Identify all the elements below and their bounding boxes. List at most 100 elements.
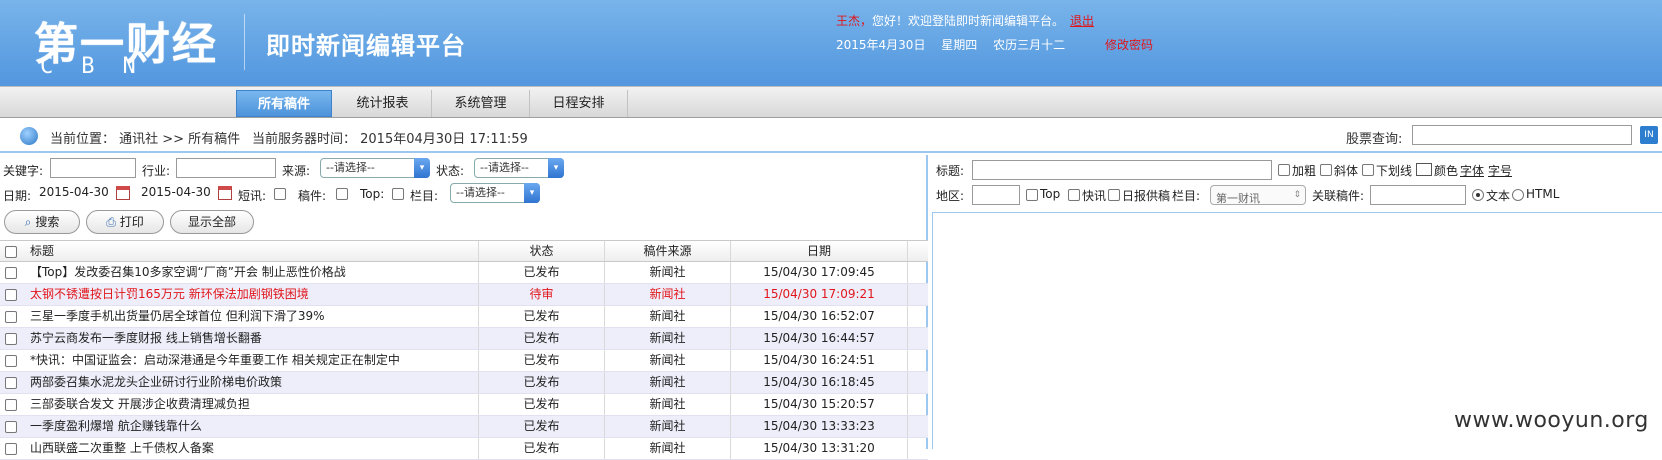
row-checkbox[interactable] bbox=[5, 311, 17, 323]
filter-row-1: 关键字: 行业: 来源: --请选择-- ▾ 状态: --请选择-- ▾ bbox=[0, 158, 928, 180]
industry-input[interactable] bbox=[176, 158, 276, 178]
flash-flag-checkbox[interactable] bbox=[1068, 189, 1080, 201]
editor-row-2: 地区: Top 快讯 日报供稿 栏目: 第一财讯 ⇕ 关联稿件: 文本 HTML bbox=[932, 183, 1662, 205]
status-select[interactable]: --请选择-- ▾ bbox=[474, 158, 564, 178]
header-date[interactable]: 日期 bbox=[730, 241, 908, 261]
status-select-value: --请选择-- bbox=[480, 161, 529, 174]
bold-checkbox[interactable] bbox=[1278, 164, 1290, 176]
row-title[interactable]: 两部委召集水泥龙头企业研讨行业阶梯电价政策 bbox=[30, 372, 478, 393]
lunar-date: 农历三月十二 bbox=[993, 38, 1066, 52]
row-date: 15/04/30 15:20:57 bbox=[730, 394, 908, 415]
row-title[interactable]: 三星一季度手机出货量仍居全球首位 但利润下滑了39% bbox=[30, 306, 478, 327]
keyword-label: 关键字: bbox=[3, 164, 44, 178]
logout-link[interactable]: 退出 bbox=[1070, 14, 1094, 28]
column-select[interactable]: --请选择-- ▾ bbox=[450, 183, 540, 203]
watermark: www.wooyun.org bbox=[1454, 408, 1649, 433]
table-body: 【Top】发改委召集10多家空调“厂商”开会 制止恶性价格战 已发布 新闻社 15/0… bbox=[0, 262, 928, 460]
row-checkbox[interactable] bbox=[5, 355, 17, 367]
print-button[interactable]: ⎙ 打印 bbox=[86, 210, 164, 234]
row-title[interactable]: 一季度盈利爆增 航企赚钱靠什么 bbox=[30, 416, 478, 437]
draft-checkbox[interactable] bbox=[336, 188, 348, 200]
change-password-link[interactable]: 修改密码 bbox=[1105, 38, 1153, 52]
editor-title-input[interactable] bbox=[972, 160, 1272, 180]
date-from-input[interactable]: 2015-04-30 bbox=[36, 183, 112, 203]
editor-column-select[interactable]: 第一财讯 ⇕ bbox=[1210, 185, 1306, 205]
keyword-input[interactable] bbox=[50, 158, 136, 178]
table-row[interactable]: 一季度盈利爆增 航企赚钱靠什么 已发布 新闻社 15/04/30 13:33:23 bbox=[0, 416, 928, 438]
header-title[interactable]: 标题 bbox=[30, 241, 478, 261]
search-button[interactable]: ⌕ 搜索 bbox=[4, 210, 80, 234]
row-checkbox[interactable] bbox=[5, 333, 17, 345]
header-source[interactable]: 稿件来源 bbox=[604, 241, 730, 261]
html-radio[interactable] bbox=[1512, 189, 1524, 201]
top-flag-label: Top bbox=[1040, 187, 1061, 201]
top-flag-checkbox[interactable] bbox=[1026, 189, 1038, 201]
row-title[interactable]: 苏宁云商发布一季度财报 线上销售增长翻番 bbox=[30, 328, 478, 349]
table-row[interactable]: 太钢不锈遭按日计罚165万元 新环保法加剧钢铁困境 待审 新闻社 15/04/30 1… bbox=[0, 284, 928, 306]
font-size-link[interactable]: 字号 bbox=[1488, 162, 1512, 179]
welcome-text: 您好！欢迎登陆即时新闻编辑平台。 bbox=[872, 14, 1065, 28]
current-date: 2015年4月30日 bbox=[836, 38, 926, 52]
table-row[interactable]: 三星一季度手机出货量仍居全球首位 但利润下滑了39% 已发布 新闻社 15/04/30… bbox=[0, 306, 928, 328]
editor-column-label: 栏目: bbox=[1172, 189, 1201, 203]
editor-title-label: 标题: bbox=[936, 164, 965, 178]
top-checkbox[interactable] bbox=[392, 188, 404, 200]
region-input[interactable] bbox=[972, 185, 1020, 205]
table-row[interactable]: 三部委联合发文 开展涉企收费清理减负担 已发布 新闻社 15/04/30 15:20:… bbox=[0, 394, 928, 416]
stock-query-button[interactable]: IN bbox=[1640, 126, 1658, 144]
select-all-checkbox[interactable] bbox=[5, 246, 17, 258]
row-checkbox[interactable] bbox=[5, 443, 17, 455]
tab-schedule[interactable]: 日程安排 bbox=[530, 90, 628, 117]
row-checkbox[interactable] bbox=[5, 399, 17, 411]
table-row[interactable]: 苏宁云商发布一季度财报 线上销售增长翻番 已发布 新闻社 15/04/30 16:44… bbox=[0, 328, 928, 350]
table-row[interactable]: 山西联盛二次重整 上千债权人备案 已发布 新闻社 15/04/30 13:31:20 bbox=[0, 438, 928, 460]
column-label: 栏目: bbox=[410, 189, 439, 203]
chevron-down-icon: ▾ bbox=[524, 183, 540, 203]
row-checkbox[interactable] bbox=[5, 267, 17, 279]
font-link[interactable]: 字体 bbox=[1460, 162, 1484, 179]
table-row[interactable]: *快讯：中国证监会：启动深港通是今年重要工作 相关规定正在制定中 已发布 新闻社 15… bbox=[0, 350, 928, 372]
chevron-updown-icon: ⇕ bbox=[1293, 190, 1301, 200]
date-to-input[interactable]: 2015-04-30 bbox=[138, 183, 214, 203]
logo-en-text: CBN bbox=[40, 54, 164, 79]
color-swatch[interactable] bbox=[1416, 163, 1432, 176]
row-date: 15/04/30 16:52:07 bbox=[730, 306, 908, 327]
bold-label: 加粗 bbox=[1292, 164, 1317, 178]
table-row[interactable]: 【Top】发改委召集10多家空调“厂商”开会 制止恶性价格战 已发布 新闻社 15/0… bbox=[0, 262, 928, 284]
row-date: 15/04/30 16:18:45 bbox=[730, 372, 908, 393]
draft-label: 稿件: bbox=[298, 189, 327, 203]
industry-label: 行业: bbox=[142, 164, 171, 178]
tab-all-drafts[interactable]: 所有稿件 bbox=[236, 90, 332, 117]
text-radio[interactable] bbox=[1472, 189, 1484, 201]
show-all-button[interactable]: 显示全部 bbox=[170, 210, 254, 234]
row-checkbox[interactable] bbox=[5, 377, 17, 389]
tab-system-management[interactable]: 系统管理 bbox=[432, 90, 530, 117]
tab-statistics[interactable]: 统计报表 bbox=[334, 90, 432, 117]
row-title[interactable]: 【Top】发改委召集10多家空调“厂商”开会 制止恶性价格战 bbox=[30, 262, 478, 283]
top-label: Top: bbox=[360, 187, 385, 201]
row-checkbox-cell bbox=[0, 416, 24, 437]
flash-checkbox[interactable] bbox=[274, 188, 286, 200]
chevron-down-icon: ▾ bbox=[548, 158, 564, 178]
calendar-icon[interactable] bbox=[116, 186, 130, 200]
flash-label: 短讯: bbox=[238, 189, 267, 203]
server-time: 当前服务器时间： 2015年04月30日 17:11:59 bbox=[252, 132, 528, 147]
source-select-value: --请选择-- bbox=[326, 161, 375, 174]
italic-checkbox[interactable] bbox=[1320, 164, 1332, 176]
row-title[interactable]: *快讯：中国证监会：启动深港通是今年重要工作 相关规定正在制定中 bbox=[30, 350, 478, 371]
stock-query-input[interactable] bbox=[1412, 125, 1632, 145]
row-checkbox[interactable] bbox=[5, 289, 17, 301]
row-checkbox-cell bbox=[0, 372, 24, 393]
table-row[interactable]: 两部委召集水泥龙头企业研讨行业阶梯电价政策 已发布 新闻社 15/04/30 16:1… bbox=[0, 372, 928, 394]
related-input[interactable] bbox=[1370, 185, 1466, 205]
calendar-icon[interactable] bbox=[218, 186, 232, 200]
row-checkbox-cell bbox=[0, 328, 24, 349]
row-checkbox-cell bbox=[0, 350, 24, 371]
underline-checkbox[interactable] bbox=[1362, 164, 1374, 176]
row-checkbox[interactable] bbox=[5, 421, 17, 433]
daily-flag-checkbox[interactable] bbox=[1108, 189, 1120, 201]
header-status[interactable]: 状态 bbox=[478, 241, 604, 261]
row-title[interactable]: 太钢不锈遭按日计罚165万元 新环保法加剧钢铁困境 bbox=[30, 284, 478, 305]
row-title[interactable]: 三部委联合发文 开展涉企收费清理减负担 bbox=[30, 394, 478, 415]
source-select[interactable]: --请选择-- ▾ bbox=[320, 158, 430, 178]
